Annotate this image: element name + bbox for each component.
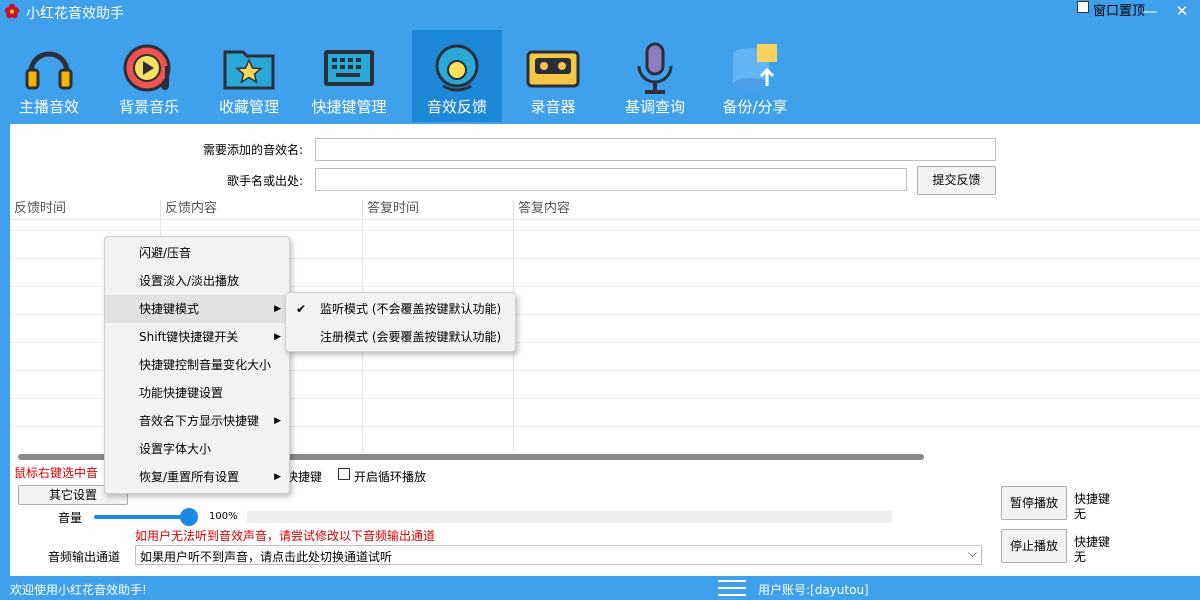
window-title: 小红花音效助手 — [26, 6, 124, 22]
feedback-icon — [435, 44, 479, 92]
audio-output-selected: 如果用户听不到声音，请点击此处切换通道试听 — [140, 550, 393, 564]
effect-name-label: 需要添加的音效名: — [202, 143, 303, 157]
shortcut-mode-submenu: ✔ 监听模式 (不会覆盖按键默认功能) 注册模式 (会要覆盖按键默认功能) — [285, 292, 516, 352]
right-click-hint: 鼠标右键选中音 — [14, 466, 99, 480]
checkmark-icon: ✔ — [296, 302, 307, 316]
loop-play-checkbox[interactable] — [338, 468, 350, 480]
menu-item-shortcut-mode[interactable]: 快捷键模式 ▶ — [105, 295, 289, 323]
tab-label: 快捷键管理 — [311, 98, 387, 116]
submenu-arrow-icon: ▶ — [274, 472, 281, 482]
volume-label: 音量 — [58, 511, 83, 525]
audio-output-warning: 如用户无法听到音效声音，请尝试修改以下音频输出通道 — [135, 529, 436, 543]
tab-label: 收藏管理 — [218, 98, 279, 116]
submit-feedback-button[interactable]: 提交反馈 — [917, 166, 996, 195]
menu-item-volume-step[interactable]: 快捷键控制音量变化大小 — [105, 351, 289, 379]
music-disc-icon — [123, 44, 171, 92]
column-feedback-time[interactable]: 反馈时间 — [10, 200, 66, 220]
column-feedback-content[interactable]: 反馈内容 — [160, 200, 217, 220]
cassette-icon — [526, 50, 580, 88]
tab-shortcut-manager[interactable]: 快捷键管理 — [304, 30, 394, 122]
pin-window-checkbox[interactable] — [1077, 1, 1089, 13]
tab-background-music[interactable]: 背景音乐 — [104, 30, 194, 122]
tab-effect-feedback[interactable]: 音效反馈 — [412, 30, 502, 122]
tab-favorites[interactable]: 收藏管理 — [204, 30, 294, 122]
chevron-down-icon: ⌵ — [967, 546, 977, 560]
column-reply-time[interactable]: 答复时间 — [362, 200, 419, 220]
tab-key-lookup[interactable]: 基调查询 — [610, 30, 700, 122]
submenu-arrow-icon: ▶ — [274, 304, 281, 314]
pin-window-label[interactable]: 窗口置顶 — [1093, 0, 1145, 19]
playback-progress-bar[interactable] — [247, 511, 892, 523]
menu-item-function-shortcuts[interactable]: 功能快捷键设置 — [105, 379, 289, 407]
volume-slider-track[interactable] — [94, 515, 192, 519]
title-bar: 小红花音效助手 窗口置顶 — ✕ — [0, 0, 1200, 24]
submenu-item-listen-mode[interactable]: ✔ 监听模式 (不会覆盖按键默认功能) — [286, 295, 515, 323]
audio-output-label: 音频输出通道 — [48, 550, 121, 564]
headphones-icon — [25, 51, 73, 90]
menu-item-shift-toggle[interactable]: Shift键快捷键开关 ▶ — [105, 323, 289, 351]
hamburger-menu-icon[interactable] — [718, 579, 746, 597]
keyboard-icon — [324, 50, 374, 86]
tab-label: 主播音效 — [18, 98, 79, 116]
menu-item-font-size[interactable]: 设置字体大小 — [105, 435, 289, 463]
menu-item-show-shortcut[interactable]: 音效名下方显示快捷键 ▶ — [105, 407, 289, 435]
tab-host-effects[interactable]: 主播音效 — [4, 30, 94, 122]
star-folder-icon — [223, 50, 275, 90]
loop-play-label[interactable]: 开启循环播放 — [354, 468, 426, 485]
pause-playback-button[interactable]: 暂停播放 — [1001, 486, 1067, 520]
tab-label: 备份/分享 — [722, 98, 788, 116]
menu-item-reset[interactable]: 恢复/重置所有设置 ▶ — [105, 463, 289, 491]
welcome-message: 欢迎使用小红花音效助手! — [10, 583, 147, 597]
tab-label: 背景音乐 — [118, 98, 179, 116]
submenu-arrow-icon: ▶ — [274, 416, 281, 426]
singer-label: 歌手名或出处: — [226, 174, 303, 188]
tab-label: 基调查询 — [624, 98, 685, 116]
tab-label: 音效反馈 — [426, 98, 487, 116]
column-reply-content[interactable]: 答复内容 — [513, 200, 570, 220]
tab-label: 录音器 — [530, 98, 576, 116]
singer-input[interactable] — [315, 168, 907, 191]
volume-value: 100% — [209, 511, 238, 522]
minimize-button[interactable]: — — [1140, 2, 1160, 20]
effect-name-input[interactable] — [315, 138, 996, 161]
close-button[interactable]: ✕ — [1172, 2, 1192, 20]
tab-backup-share[interactable]: 备份/分享 — [710, 30, 800, 122]
pause-shortcut-value: 无 — [1074, 507, 1087, 521]
main-toolbar: 主播音效 背景音乐 收藏管理 快捷键管理 音效反馈 录音器 基调查询 备份/分享 — [0, 26, 1200, 124]
feedback-table-header: 反馈时间 反馈内容 答复时间 答复内容 — [10, 200, 1200, 220]
shortcut-option-label[interactable]: 快捷键 — [286, 468, 322, 485]
settings-context-menu: 闪避/压音 设置淡入/淡出播放 快捷键模式 ▶ Shift键快捷键开关 ▶ 快捷… — [104, 236, 290, 494]
stop-shortcut-value: 无 — [1074, 550, 1087, 564]
database-upload-icon — [733, 44, 777, 90]
flower-logo-icon — [4, 3, 20, 19]
submenu-arrow-icon: ▶ — [274, 332, 281, 342]
tab-recorder[interactable]: 录音器 — [508, 30, 598, 122]
status-bar: 欢迎使用小红花音效助手! 用户账号:[dayutou] — [0, 576, 1200, 600]
audio-output-select[interactable]: 如果用户听不到声音，请点击此处切换通道试听 ⌵ — [135, 545, 982, 565]
stop-playback-button[interactable]: 停止播放 — [1001, 529, 1067, 563]
microphone-icon — [637, 42, 673, 94]
menu-item-ducking[interactable]: 闪避/压音 — [105, 239, 289, 267]
user-account: 用户账号:[dayutou] — [758, 583, 869, 597]
menu-item-fade[interactable]: 设置淡入/淡出播放 — [105, 267, 289, 295]
volume-slider-handle[interactable] — [180, 508, 198, 526]
submenu-item-register-mode[interactable]: 注册模式 (会要覆盖按键默认功能) — [286, 323, 515, 351]
